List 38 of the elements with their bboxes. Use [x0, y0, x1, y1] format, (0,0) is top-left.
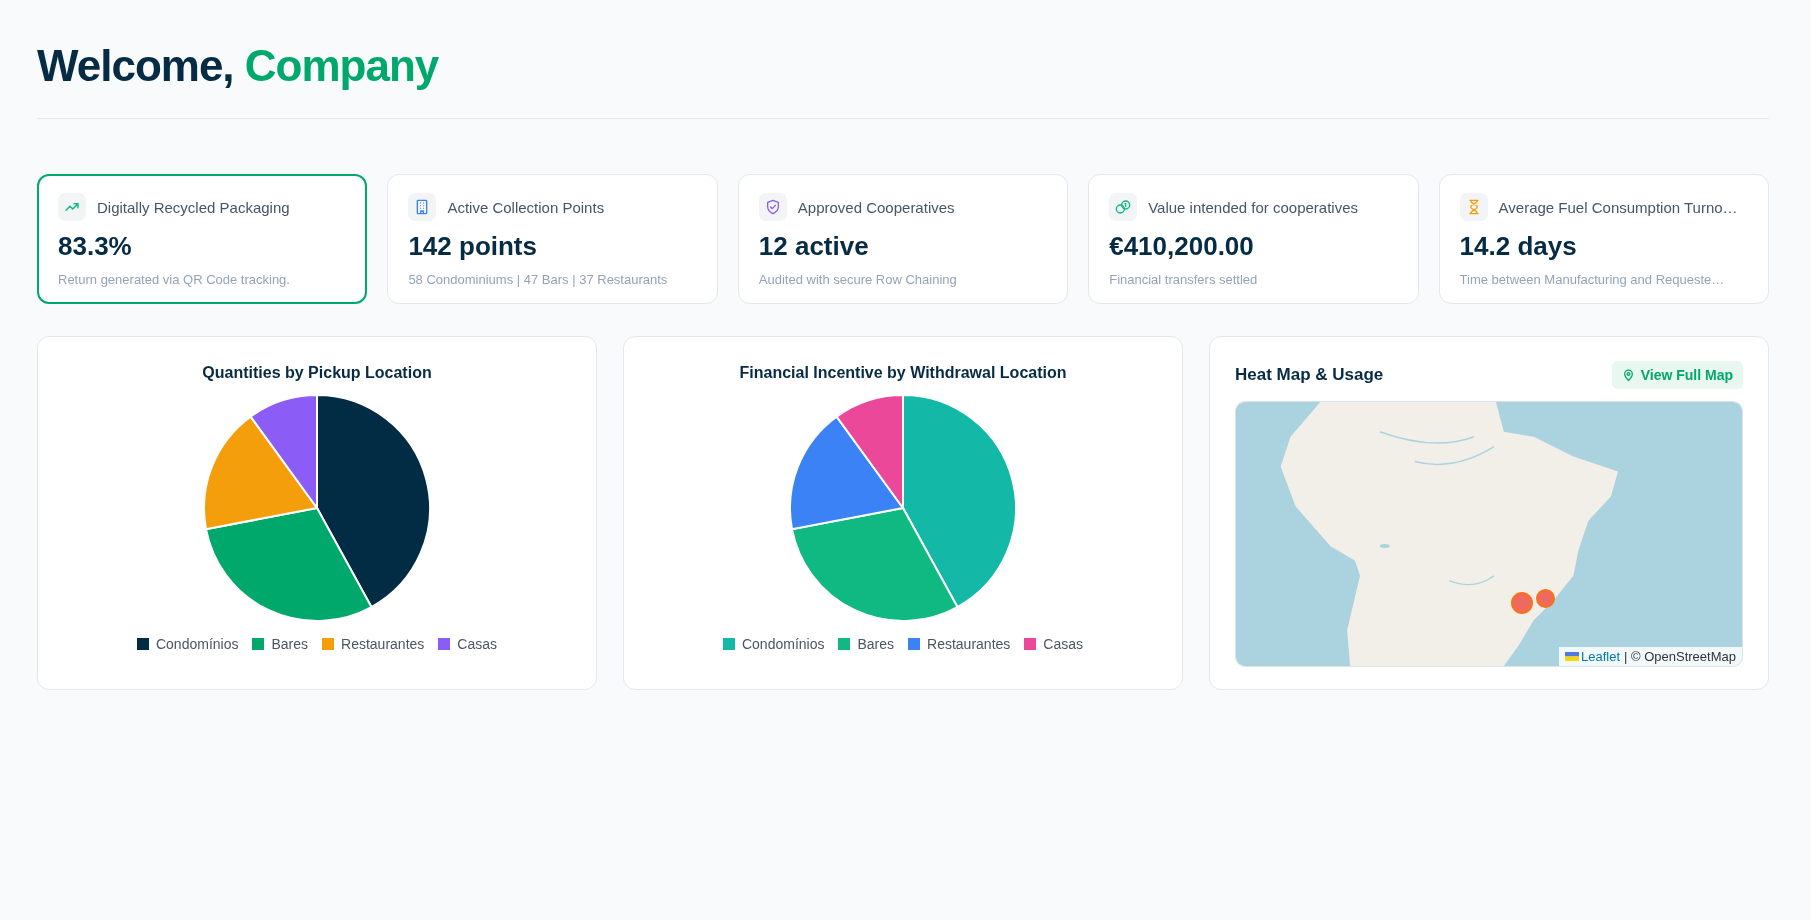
stat-title: Digitally Recycled Packaging [97, 198, 290, 216]
map-title: Heat Map & Usage [1235, 365, 1384, 385]
legend-label: Condomínios [741, 636, 825, 652]
stat-title: Active Collection Points [447, 198, 605, 216]
stat-title: Approved Cooperatives [797, 198, 955, 216]
map-pin-icon [1621, 368, 1635, 382]
stat-value: 142 points [408, 231, 538, 262]
page-title: Welcome, Company [37, 40, 440, 92]
legend-label: Bares [271, 636, 309, 652]
chart-title: Financial Incentive by Withdrawal Location [739, 364, 1067, 382]
stat-card[interactable]: Digitally Recycled Packaging 83.3% Return generated via QR Code tracking. [37, 174, 368, 304]
legend-label: Condomínios [155, 636, 239, 652]
stat-title: Value intended for cooperatives [1148, 198, 1359, 216]
stat-note: 58 Condominiums | 47 Bars | 37 Restaurants [408, 272, 669, 287]
legend-label: Casas [457, 636, 497, 652]
legend-label: Bares [857, 636, 895, 652]
stat-note: Return generated via QR Code tracking. [58, 272, 291, 287]
stat-value: 12 active [758, 231, 870, 262]
stat-card[interactable]: Active Collection Points 142 points 58 Condominiums | 47 Bars | 37 Restaurants [387, 174, 718, 304]
stat-card[interactable]: Average Fuel Consumption Turno… 14.2 days Time between Manufacturing and Requeste… [1438, 174, 1769, 304]
stat-card[interactable]: Value intended for cooperatives €410,200.00 Financial transfers settled [1088, 174, 1419, 304]
flag-icon [1565, 652, 1579, 661]
stat-note: Financial transfers settled [1109, 272, 1259, 287]
stat-value: 83.3% [58, 231, 133, 262]
stat-title: Average Fuel Consumption Turno… [1498, 198, 1738, 216]
stat-value: 14.2 days [1459, 231, 1578, 262]
chart-title: Quantities by Pickup Location [202, 364, 432, 382]
legend-label: Restaurantes [927, 636, 1011, 652]
legend-label: Casas [1043, 636, 1083, 652]
leaflet-link[interactable]: Leaflet [1565, 649, 1621, 664]
coins-icon [1115, 199, 1132, 215]
legend-label: Restaurantes [341, 636, 425, 652]
stat-card[interactable]: Approved Cooperatives 12 active Audited with secure Row Chaining [737, 174, 1069, 304]
attribution-text: | © OpenStreetMap [1624, 649, 1736, 664]
shield-check-icon [764, 199, 781, 215]
stat-value: €410,200.00 [1109, 231, 1255, 262]
stat-note: Time between Manufacturing and Requeste… [1459, 272, 1726, 287]
stat-note: Audited with secure Row Chaining [758, 272, 958, 287]
